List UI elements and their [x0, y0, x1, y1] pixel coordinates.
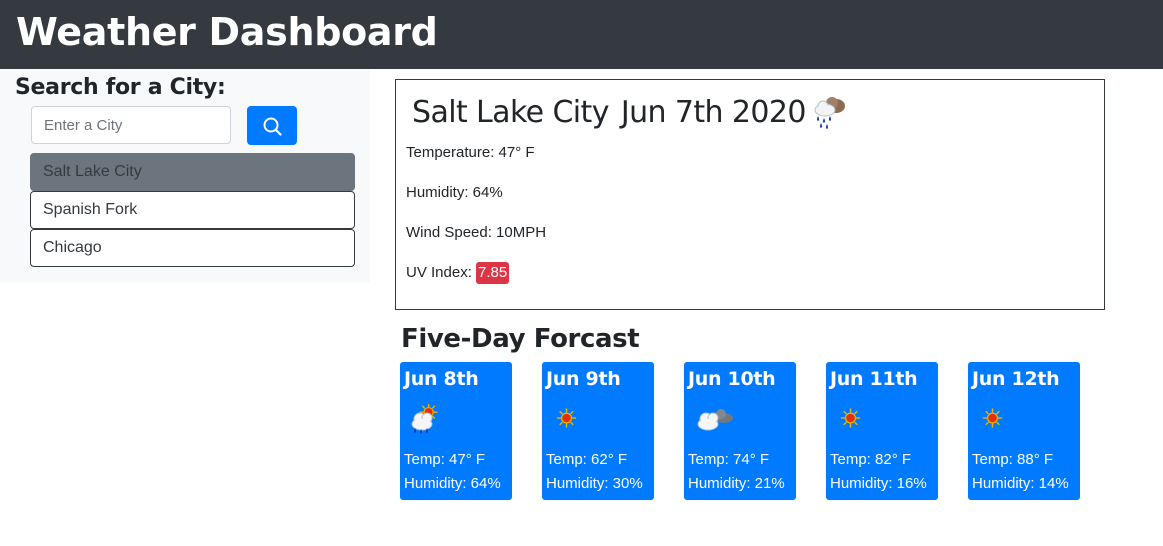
forecast-date: Jun 10th	[688, 368, 776, 390]
history-city-button[interactable]: Chicago	[30, 229, 355, 267]
forecast-date: Jun 8th	[404, 368, 479, 390]
forecast-humidity: Humidity: 21%	[688, 475, 785, 492]
sun-icon	[556, 408, 577, 428]
forecast-card: Jun 11th Temp: 82° F Humidity: 16%	[826, 362, 938, 500]
history-city-button[interactable]: Salt Lake City	[30, 153, 355, 191]
forecast-temp: Temp: 47° F	[404, 451, 486, 468]
forecast-temp: Temp: 82° F	[830, 451, 912, 468]
forecast-date: Jun 9th	[546, 368, 621, 390]
current-city-name: Salt Lake City	[412, 94, 609, 130]
forecast-humidity: Humidity: 14%	[972, 475, 1069, 492]
cloud-icon	[697, 409, 733, 431]
current-temperature: Temperature: 47° F	[406, 144, 535, 161]
forecast-card: Jun 9th Temp: 62° F Humidity: 30%	[542, 362, 654, 500]
forecast-temp: Temp: 74° F	[688, 451, 770, 468]
forecast-card: Jun 12th Temp: 88° F Humidity: 14%	[968, 362, 1080, 500]
search-heading: Search for a City:	[15, 75, 226, 100]
forecast-temp: Temp: 88° F	[972, 451, 1054, 468]
uv-label: UV Index:	[406, 264, 472, 281]
city-search-input[interactable]	[31, 106, 231, 144]
forecast-card: Jun 8th Temp: 47° F Humidity: 64%	[400, 362, 512, 500]
search-button[interactable]	[247, 106, 297, 145]
uv-badge: 7.85	[476, 262, 510, 284]
sun-icon	[840, 408, 861, 428]
sun-icon	[982, 408, 1003, 428]
forecast-humidity: Humidity: 64%	[404, 475, 501, 492]
current-weather-title: Salt Lake City Jun 7th 2020	[412, 92, 850, 132]
forecast-temp: Temp: 62° F	[546, 451, 628, 468]
history-city-button[interactable]: Spanish Fork	[30, 191, 355, 229]
app-title: Weather Dashboard	[16, 10, 438, 54]
forecast-heading: Five-Day Forcast	[401, 324, 640, 354]
search-icon	[263, 117, 282, 136]
current-wind-speed: Wind Speed: 10MPH	[406, 224, 547, 241]
forecast-date: Jun 11th	[830, 368, 918, 390]
forecast-card: Jun 10th Temp: 74° F Humidity: 21%	[684, 362, 796, 500]
forecast-humidity: Humidity: 16%	[830, 475, 927, 492]
current-date: Jun 7th 2020	[620, 94, 807, 130]
current-uv-index: UV Index: 7.85	[406, 262, 510, 284]
current-weather-card: Salt Lake City Jun 7th 2020 Temperature:…	[395, 79, 1105, 310]
forecast-date: Jun 12th	[972, 368, 1060, 390]
sun-rain-icon	[411, 404, 438, 434]
current-humidity: Humidity: 64%	[406, 184, 503, 201]
rain-icon	[814, 97, 845, 129]
search-sidebar: Search for a City: Salt Lake City Spanis…	[0, 69, 370, 283]
forecast-humidity: Humidity: 30%	[546, 475, 643, 492]
navbar: Weather Dashboard	[0, 0, 1163, 69]
